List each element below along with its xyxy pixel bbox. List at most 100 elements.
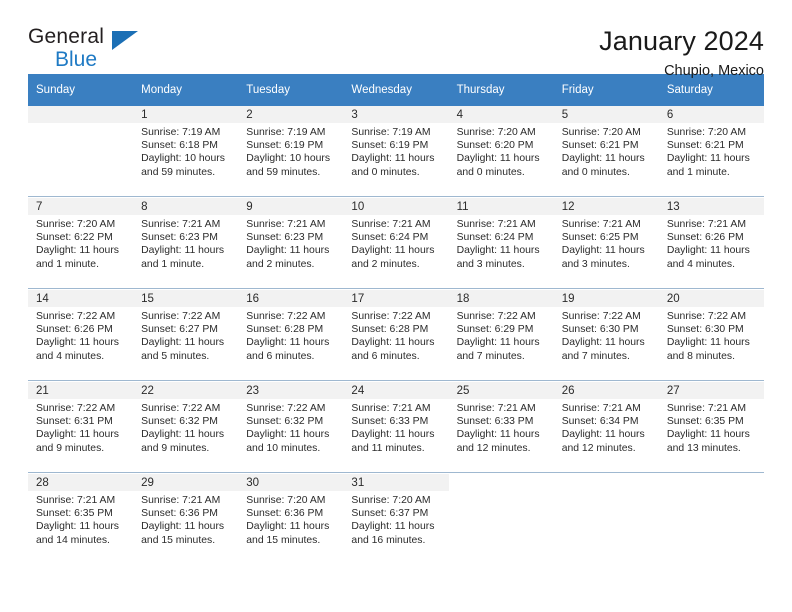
day-cell-content: 8 Sunrise: 7:21 AM Sunset: 6:23 PM Daylight… [133,198,239,288]
calendar-day-cell[interactable]: 21 Sunrise: 7:22 AM Sunset: 6:31 PM Dayligh… [28,382,134,473]
day-number: 26 [553,382,659,399]
sunrise-text: Sunrise: 7:19 AM [141,127,221,138]
sunset-text: Sunset: 6:34 PM [561,416,639,428]
day-number: 5 [553,106,659,123]
calendar-day-cell[interactable]: 19 Sunrise: 7:22 AM Sunset: 6:30 PM Dayligh… [553,290,659,381]
day-sun-info: Sunrise: 7:21 AM Sunset: 6:34 PM Daylight:… [554,399,659,455]
calendar-day-cell[interactable]: 17 Sunrise: 7:22 AM Sunset: 6:28 PM Dayligh… [343,290,449,381]
sunrise-text: Sunrise: 7:21 AM [456,403,536,414]
calendar-day-cell[interactable]: 9 Sunrise: 7:21 AM Sunset: 6:23 PM Daylight… [238,198,344,289]
daylight-text: Daylight: 11 hours and 0 minutes. [561,153,645,178]
daylight-text: Daylight: 11 hours and 0 minutes. [456,153,540,178]
day-number: 2 [238,106,344,123]
day-number: 23 [238,382,344,399]
calendar-day-cell[interactable]: 5 Sunrise: 7:20 AM Sunset: 6:21 PM Daylight… [553,106,659,197]
calendar-day-cell[interactable]: 13 Sunrise: 7:21 AM Sunset: 6:26 PM Dayligh… [658,198,764,289]
calendar-day-cell[interactable]: 24 Sunrise: 7:21 AM Sunset: 6:33 PM Dayligh… [343,382,449,473]
sunset-text: Sunset: 6:24 PM [351,232,429,244]
sunrise-text: Sunrise: 7:22 AM [246,311,326,322]
daylight-text: Daylight: 11 hours and 12 minutes. [561,429,645,454]
calendar-day-cell[interactable]: 16 Sunrise: 7:22 AM Sunset: 6:28 PM Dayligh… [238,290,344,381]
general-blue-logo[interactable]: General Blue [28,26,158,72]
day-cell-content [449,474,554,564]
sunset-text: Sunset: 6:31 PM [36,416,113,428]
sunset-text: Sunset: 6:37 PM [351,508,429,520]
daylight-text: Daylight: 11 hours and 1 minute. [36,245,119,270]
day-cell-content: 4 Sunrise: 7:20 AM Sunset: 6:20 PM Daylight… [448,106,554,196]
day-cell-content [554,474,659,564]
calendar-day-cell[interactable]: 31 Sunrise: 7:20 AM Sunset: 6:37 PM Dayligh… [343,474,449,564]
sunrise-text: Sunrise: 7:21 AM [666,219,746,230]
calendar-day-cell[interactable]: 14 Sunrise: 7:22 AM Sunset: 6:26 PM Dayligh… [28,290,134,381]
day-cell-content: 9 Sunrise: 7:21 AM Sunset: 6:23 PM Daylight… [238,198,344,288]
day-sun-info: Sunrise: 7:21 AM Sunset: 6:35 PM Daylight:… [28,491,133,547]
day-cell-content: 25 Sunrise: 7:21 AM Sunset: 6:33 PM Dayligh… [448,382,554,472]
calendar-day-cell[interactable]: 28 Sunrise: 7:21 AM Sunset: 6:35 PM Dayligh… [28,474,134,564]
daylight-text: Daylight: 11 hours and 15 minutes. [246,521,330,546]
day-number: 14 [28,290,134,307]
day-cell-content: 5 Sunrise: 7:20 AM Sunset: 6:21 PM Daylight… [553,106,659,196]
calendar-day-cell[interactable]: 2 Sunrise: 7:19 AM Sunset: 6:19 PM Daylight… [238,106,344,197]
sunset-text: Sunset: 6:33 PM [351,416,429,428]
day-cell-content: 27 Sunrise: 7:21 AM Sunset: 6:35 PM Dayligh… [658,382,764,472]
day-sun-info: Sunrise: 7:22 AM Sunset: 6:32 PM Daylight:… [133,399,238,455]
day-cell-content [28,106,134,196]
day-cell-content [659,474,764,564]
calendar-day-cell[interactable]: 8 Sunrise: 7:21 AM Sunset: 6:23 PM Daylight… [133,198,239,289]
day-sun-info: Sunrise: 7:20 AM Sunset: 6:20 PM Daylight:… [449,123,554,179]
sunset-text: Sunset: 6:28 PM [246,324,324,336]
calendar-day-cell[interactable]: 1 Sunrise: 7:19 AM Sunset: 6:18 PM Daylight… [133,106,239,197]
calendar-day-cell[interactable] [28,106,134,197]
sunset-text: Sunset: 6:24 PM [456,232,534,244]
calendar-day-cell[interactable]: 29 Sunrise: 7:21 AM Sunset: 6:36 PM Dayligh… [133,474,239,564]
day-cell-content: 31 Sunrise: 7:20 AM Sunset: 6:37 PM Dayligh… [343,474,449,564]
calendar-day-cell[interactable]: 18 Sunrise: 7:22 AM Sunset: 6:29 PM Dayligh… [448,290,554,381]
calendar-day-cell[interactable]: 12 Sunrise: 7:21 AM Sunset: 6:25 PM Dayligh… [553,198,659,289]
day-sun-info: Sunrise: 7:21 AM Sunset: 6:23 PM Daylight:… [238,215,343,271]
day-cell-content: 29 Sunrise: 7:21 AM Sunset: 6:36 PM Dayligh… [133,474,239,564]
daylight-text: Daylight: 11 hours and 0 minutes. [351,153,435,178]
calendar-day-cell[interactable] [554,474,659,564]
day-number: 31 [343,474,449,491]
day-number: 18 [448,290,554,307]
calendar-day-cell[interactable]: 22 Sunrise: 7:22 AM Sunset: 6:32 PM Dayligh… [133,382,239,473]
daylight-text: Daylight: 11 hours and 5 minutes. [141,337,225,362]
day-cell-content: 1 Sunrise: 7:19 AM Sunset: 6:18 PM Daylight… [133,106,239,196]
sunset-text: Sunset: 6:29 PM [456,324,534,336]
day-sun-info: Sunrise: 7:21 AM Sunset: 6:26 PM Daylight:… [659,215,764,271]
calendar-day-cell[interactable]: 20 Sunrise: 7:22 AM Sunset: 6:30 PM Dayligh… [658,290,764,381]
calendar-day-cell[interactable]: 30 Sunrise: 7:20 AM Sunset: 6:36 PM Dayligh… [238,474,344,564]
sunset-text: Sunset: 6:21 PM [666,140,744,152]
day-number [28,106,134,123]
page-subtitle: Chupio, Mexico [664,63,764,80]
sunset-text: Sunset: 6:18 PM [141,140,218,152]
calendar-day-cell[interactable]: 15 Sunrise: 7:22 AM Sunset: 6:27 PM Dayligh… [133,290,239,381]
calendar-day-cell[interactable]: 25 Sunrise: 7:21 AM Sunset: 6:33 PM Dayligh… [448,382,554,473]
calendar-day-cell[interactable]: 10 Sunrise: 7:21 AM Sunset: 6:24 PM Dayligh… [343,198,449,289]
sunset-text: Sunset: 6:21 PM [561,140,639,152]
calendar-day-cell[interactable]: 27 Sunrise: 7:21 AM Sunset: 6:35 PM Dayligh… [658,382,764,473]
calendar-day-cell[interactable]: 3 Sunrise: 7:19 AM Sunset: 6:19 PM Daylight… [343,106,449,197]
day-cell-content: 23 Sunrise: 7:22 AM Sunset: 6:32 PM Dayligh… [238,382,344,472]
day-sun-info: Sunrise: 7:20 AM Sunset: 6:37 PM Daylight:… [343,491,448,547]
calendar-day-cell[interactable]: 7 Sunrise: 7:20 AM Sunset: 6:22 PM Daylight… [28,198,134,289]
calendar-day-cell[interactable]: 11 Sunrise: 7:21 AM Sunset: 6:24 PM Dayligh… [448,198,554,289]
sunset-text: Sunset: 6:36 PM [246,508,324,520]
day-sun-info: Sunrise: 7:21 AM Sunset: 6:36 PM Daylight:… [133,491,238,547]
day-sun-info: Sunrise: 7:20 AM Sunset: 6:21 PM Daylight:… [554,123,659,179]
day-cell-content: 12 Sunrise: 7:21 AM Sunset: 6:25 PM Dayligh… [553,198,659,288]
calendar-day-cell[interactable]: 23 Sunrise: 7:22 AM Sunset: 6:32 PM Dayligh… [238,382,344,473]
sunrise-text: Sunrise: 7:20 AM [246,495,326,506]
calendar-day-cell[interactable] [659,474,764,564]
calendar-day-cell[interactable]: 26 Sunrise: 7:21 AM Sunset: 6:34 PM Dayligh… [553,382,659,473]
daylight-text: Daylight: 10 hours and 59 minutes. [246,153,331,178]
sunrise-text: Sunrise: 7:21 AM [561,219,641,230]
calendar-week-row: 14 Sunrise: 7:22 AM Sunset: 6:26 PM Dayligh… [28,290,764,381]
day-cell-content: 16 Sunrise: 7:22 AM Sunset: 6:28 PM Dayligh… [238,290,344,380]
logo-triangle-icon [112,31,138,50]
calendar-day-cell[interactable]: 4 Sunrise: 7:20 AM Sunset: 6:20 PM Daylight… [448,106,554,197]
calendar-day-cell[interactable]: 6 Sunrise: 7:20 AM Sunset: 6:21 PM Daylight… [658,106,764,197]
calendar-day-cell[interactable] [449,474,554,564]
day-number: 17 [343,290,449,307]
day-number: 19 [553,290,659,307]
